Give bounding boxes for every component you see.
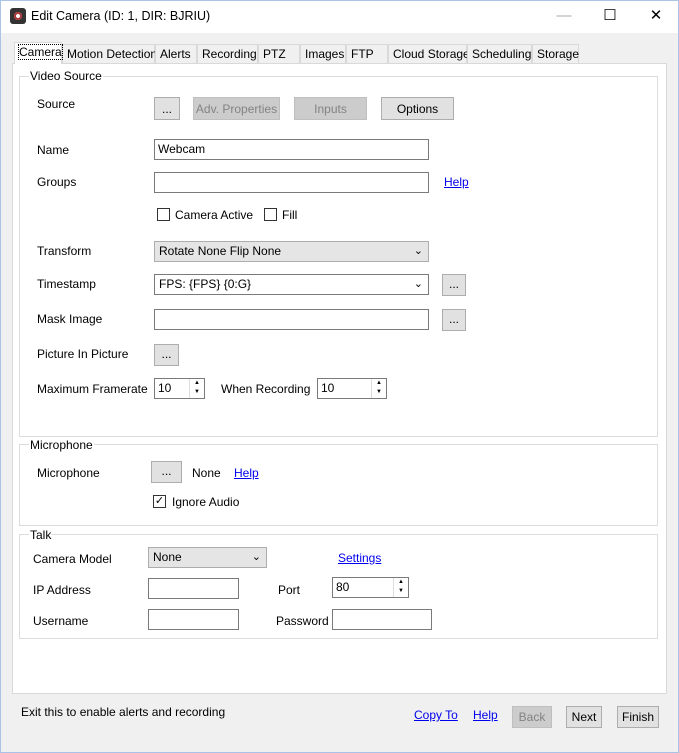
minimize-button[interactable]: — — [541, 1, 587, 33]
max-framerate-value: 10 — [158, 381, 172, 395]
camera-model-label: Camera Model — [33, 552, 112, 566]
transform-value: Rotate None Flip None — [159, 244, 282, 258]
camera-model-value: None — [153, 550, 182, 564]
tab-alerts[interactable]: Alerts — [155, 44, 197, 63]
mask-image-label: Mask Image — [37, 312, 103, 326]
microphone-label: Microphone — [37, 466, 100, 480]
tab-label: Camera — [18, 44, 63, 60]
ip-address-input[interactable] — [148, 578, 239, 599]
ignore-audio-checkbox[interactable]: ✓ — [153, 495, 166, 508]
transform-select[interactable]: Rotate None Flip None ⌄ — [154, 241, 429, 262]
ip-address-label: IP Address — [33, 583, 91, 597]
max-framerate-stepper[interactable]: 10 ▲ ▼ — [154, 378, 205, 399]
port-label: Port — [278, 583, 301, 597]
camera-active-checkbox[interactable] — [157, 208, 170, 221]
copy-to-link[interactable]: Copy To — [414, 708, 458, 722]
help-link[interactable]: Help — [473, 708, 498, 722]
max-framerate-label: Maximum Framerate — [37, 382, 148, 396]
group-label: Microphone — [29, 438, 94, 452]
next-button[interactable]: Next — [566, 706, 602, 728]
source-label: Source — [37, 97, 76, 111]
transform-label: Transform — [37, 244, 92, 258]
groups-input[interactable] — [154, 172, 429, 193]
microphone-help-link[interactable]: Help — [234, 466, 259, 480]
tab-images[interactable]: Images — [300, 44, 346, 63]
tab-cloud-storage[interactable]: Cloud Storage — [388, 44, 470, 63]
group-label: Talk — [29, 528, 53, 542]
chevron-down-icon: ⌄ — [413, 278, 423, 290]
port-stepper[interactable]: 80 ▲ ▼ — [332, 577, 409, 598]
mask-image-browse-button[interactable]: ... — [442, 309, 466, 331]
groups-label: Groups — [37, 175, 77, 189]
tab-scheduling[interactable]: Scheduling — [467, 44, 532, 63]
tab-ftp[interactable]: FTP — [346, 44, 388, 63]
pip-browse-button[interactable]: ... — [154, 344, 179, 366]
password-input[interactable] — [332, 609, 432, 630]
name-label: Name — [37, 143, 70, 157]
fill-label: Fill — [282, 208, 298, 222]
options-button[interactable]: Options — [381, 97, 454, 120]
mask-image-input[interactable] — [154, 309, 429, 330]
tab-storage[interactable]: Storage — [532, 44, 579, 63]
group-label: Video Source — [29, 69, 103, 83]
talk-settings-link[interactable]: Settings — [338, 551, 381, 565]
timestamp-browse-button[interactable]: ... — [442, 274, 466, 296]
window-title: Edit Camera (ID: 1, DIR: BJRIU) — [31, 9, 211, 23]
port-value: 80 — [336, 580, 350, 594]
microphone-value: None — [192, 466, 221, 480]
timestamp-label: Timestamp — [37, 277, 96, 291]
username-label: Username — [33, 614, 89, 628]
spin-arrows-icon[interactable]: ▲ ▼ — [189, 379, 204, 398]
when-recording-label: When Recording — [221, 382, 311, 396]
when-recording-stepper[interactable]: 10 ▲ ▼ — [317, 378, 387, 399]
inputs-button[interactable]: Inputs — [294, 97, 367, 120]
name-input[interactable]: Webcam — [154, 139, 429, 160]
ignore-audio-label: Ignore Audio — [172, 495, 240, 509]
spin-arrows-icon[interactable]: ▲ ▼ — [393, 578, 408, 597]
camera-active-label: Camera Active — [175, 208, 254, 222]
password-label: Password — [276, 614, 329, 628]
pip-label: Picture In Picture — [37, 347, 129, 361]
adv-properties-button[interactable]: Adv. Properties — [193, 97, 280, 120]
camera-model-select[interactable]: None ⌄ — [148, 547, 267, 568]
timestamp-combo[interactable]: FPS: {FPS} {0:G} ⌄ — [154, 274, 429, 295]
chevron-down-icon: ⌄ — [251, 551, 261, 563]
tab-camera[interactable]: Camera — [14, 42, 63, 64]
close-button[interactable]: ✕ — [633, 1, 679, 33]
chevron-down-icon: ⌄ — [413, 245, 423, 257]
microphone-browse-button[interactable]: ... — [151, 461, 182, 483]
tab-motion-detection[interactable]: Motion Detection — [62, 44, 157, 63]
fill-checkbox[interactable] — [264, 208, 277, 221]
maximize-button[interactable]: ☐ — [587, 1, 633, 33]
finish-button[interactable]: Finish — [617, 706, 659, 728]
tab-recording[interactable]: Recording — [197, 44, 258, 63]
source-browse-button[interactable]: ... — [154, 97, 180, 120]
status-text: Exit this to enable alerts and recording — [21, 705, 226, 719]
app-eye-icon — [10, 8, 26, 24]
timestamp-value: FPS: {FPS} {0:G} — [159, 277, 252, 291]
tab-ptz[interactable]: PTZ — [258, 44, 300, 63]
username-input[interactable] — [148, 609, 239, 630]
microphone-group — [19, 444, 658, 526]
back-button[interactable]: Back — [512, 706, 552, 728]
spin-arrows-icon[interactable]: ▲ ▼ — [371, 379, 386, 398]
groups-help-link[interactable]: Help — [444, 175, 469, 189]
when-recording-value: 10 — [321, 381, 335, 395]
